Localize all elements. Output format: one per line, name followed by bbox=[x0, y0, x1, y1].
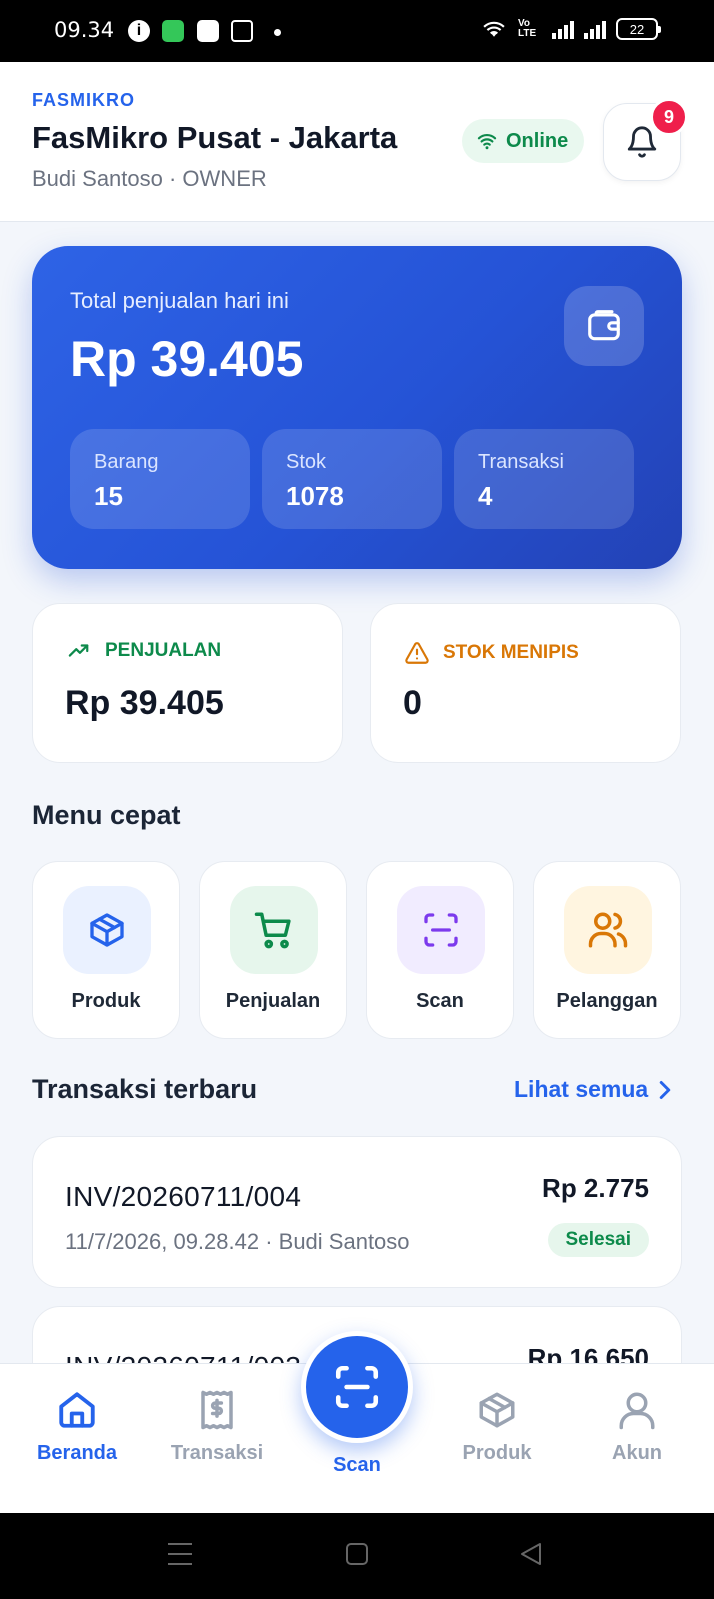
signal-icon bbox=[552, 19, 574, 39]
more-dot-icon bbox=[274, 29, 281, 36]
low-stock-label: STOK MENIPIS bbox=[443, 642, 579, 663]
nav-label: Beranda bbox=[36, 1442, 118, 1464]
status-time: 09.34 bbox=[54, 18, 115, 42]
quick-menu-label: Produk bbox=[71, 990, 141, 1012]
home-icon bbox=[59, 1392, 95, 1428]
box-icon bbox=[90, 913, 124, 947]
see-all-label: Lihat semua bbox=[514, 1076, 649, 1102]
user-line: Budi Santoso · OWNER bbox=[32, 166, 267, 191]
wallet-icon bbox=[588, 310, 620, 341]
quick-menu-penjualan[interactable]: Penjualan bbox=[199, 861, 347, 1039]
battery-level: 22 bbox=[629, 21, 645, 37]
notification-count-badge: 9 bbox=[650, 98, 688, 136]
scan-icon bbox=[424, 913, 458, 947]
system-navigation-bar bbox=[0, 1513, 714, 1599]
low-stock-card[interactable]: STOK MENIPIS 0 bbox=[370, 603, 681, 763]
low-stock-value: 0 bbox=[403, 684, 422, 722]
nav-beranda[interactable]: Beranda bbox=[17, 1388, 137, 1465]
sales-summary-value: Rp 39.405 bbox=[65, 684, 224, 722]
scan-fab-label: Scan bbox=[333, 1454, 381, 1476]
battery-icon: 22 bbox=[616, 18, 661, 40]
today-sales-card: Total penjualan hari ini Rp 39.405 Baran… bbox=[32, 246, 682, 569]
back-icon[interactable] bbox=[518, 1541, 544, 1567]
wifi-icon bbox=[483, 21, 505, 37]
info-icon: i bbox=[128, 20, 150, 42]
brand-label: FASMIKRO bbox=[32, 90, 136, 110]
nav-produk[interactable]: Produk bbox=[437, 1388, 557, 1465]
sales-summary-label: PENJUALAN bbox=[105, 640, 222, 661]
today-sales-label: Total penjualan hari ini bbox=[70, 288, 289, 313]
nav-akun[interactable]: Akun bbox=[577, 1388, 697, 1465]
quick-menu-label: Pelanggan bbox=[556, 990, 658, 1012]
scan-icon bbox=[335, 1365, 379, 1409]
warning-icon bbox=[405, 642, 429, 664]
stat-transaksi: Transaksi 4 bbox=[454, 429, 634, 529]
receipt-icon bbox=[201, 1390, 233, 1430]
nav-transaksi[interactable]: Transaksi bbox=[157, 1388, 277, 1465]
trending-up-icon bbox=[68, 644, 89, 657]
transaction-invoice: INV/20260711/004 bbox=[65, 1181, 302, 1212]
signal-icon-2 bbox=[584, 19, 606, 39]
quick-menu-produk[interactable]: Produk bbox=[32, 861, 180, 1039]
media-icon bbox=[231, 20, 253, 42]
stat-value: 15 bbox=[94, 481, 123, 511]
stat-label: Barang bbox=[94, 451, 159, 473]
stat-value: 1078 bbox=[286, 481, 344, 511]
wallet-button[interactable] bbox=[564, 286, 644, 366]
status-bar: 09.34 i Vo LTE 22 bbox=[0, 0, 714, 62]
cart-icon bbox=[254, 912, 291, 949]
quick-menu-label: Penjualan bbox=[225, 990, 321, 1012]
stat-label: Transaksi bbox=[478, 451, 564, 473]
wifi-icon bbox=[477, 134, 497, 150]
nav-label: Transaksi bbox=[170, 1442, 264, 1464]
users-icon bbox=[588, 912, 628, 948]
nav-label: Produk bbox=[462, 1442, 532, 1464]
online-status-label: Online bbox=[506, 129, 569, 152]
stat-label: Stok bbox=[286, 451, 327, 473]
box-icon bbox=[479, 1392, 515, 1428]
transaction-card[interactable]: INV/20260711/004 11/7/2026, 09.28.42 · B… bbox=[32, 1136, 682, 1288]
stat-barang: Barang 15 bbox=[70, 429, 250, 529]
sales-summary-card[interactable]: PENJUALAN Rp 39.405 bbox=[32, 603, 343, 763]
user-icon bbox=[619, 1392, 655, 1430]
quick-menu-label: Scan bbox=[416, 990, 464, 1012]
quick-menu-pelanggan[interactable]: Pelanggan bbox=[533, 861, 681, 1039]
nav-label: Akun bbox=[612, 1442, 662, 1464]
bell-icon bbox=[627, 126, 657, 158]
see-all-link[interactable]: Lihat semua bbox=[514, 1076, 672, 1103]
app-icon bbox=[197, 20, 219, 42]
menu-icon[interactable] bbox=[166, 1541, 194, 1567]
transaction-amount: Rp 2.775 bbox=[542, 1173, 649, 1203]
home-square-icon[interactable] bbox=[345, 1542, 369, 1566]
stat-value: 4 bbox=[478, 481, 493, 511]
quick-menu-title: Menu cepat bbox=[32, 800, 181, 830]
stat-stok: Stok 1078 bbox=[262, 429, 442, 529]
online-status-badge: Online bbox=[462, 119, 585, 163]
transaction-meta: 11/7/2026, 09.28.42 · Budi Santoso bbox=[65, 1229, 410, 1254]
store-name[interactable]: FasMikro Pusat - Jakarta bbox=[32, 120, 397, 156]
message-icon bbox=[162, 20, 184, 42]
volte-label: Vo LTE bbox=[518, 18, 537, 39]
scan-fab-button[interactable] bbox=[301, 1331, 413, 1443]
recent-transactions-title: Transaksi terbaru bbox=[32, 1074, 258, 1104]
today-sales-amount: Rp 39.405 bbox=[70, 331, 304, 387]
quick-menu-scan[interactable]: Scan bbox=[366, 861, 514, 1039]
chevron-right-icon bbox=[659, 1080, 671, 1099]
app-header: FASMIKRO FasMikro Pusat - Jakarta Budi S… bbox=[0, 62, 714, 222]
transaction-status-badge: Selesai bbox=[547, 1223, 649, 1257]
